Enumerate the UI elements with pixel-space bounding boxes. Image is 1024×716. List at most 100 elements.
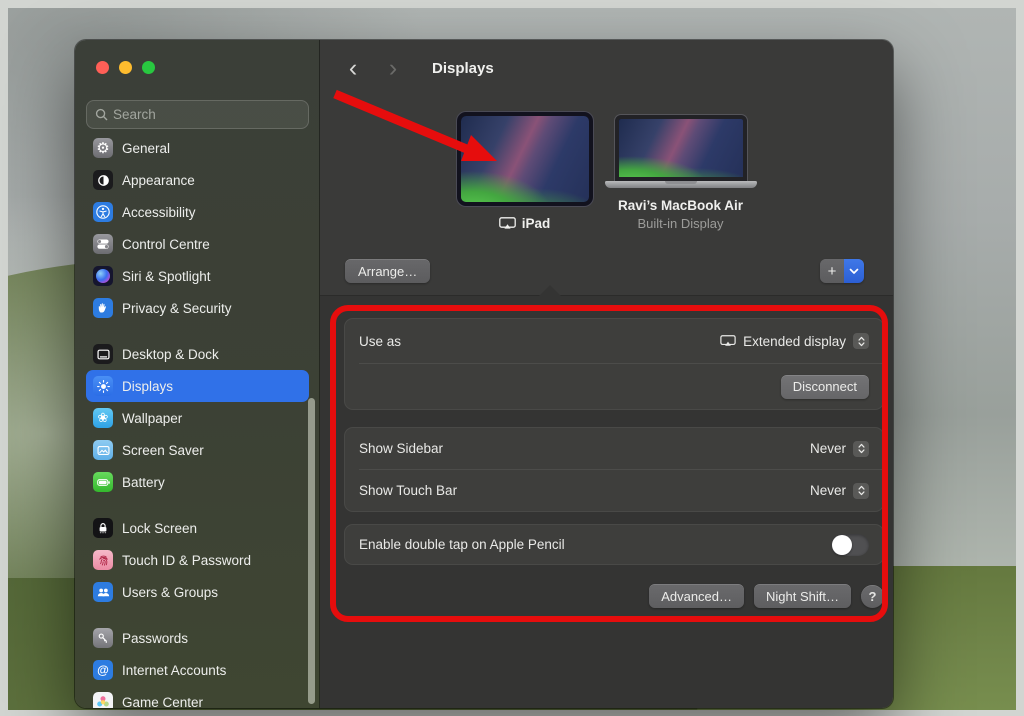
search-input[interactable] <box>113 107 300 122</box>
show-sidebar-label: Show Sidebar <box>359 441 444 456</box>
control-centre-icon <box>93 234 113 254</box>
disconnect-row: Disconnect <box>345 364 883 409</box>
siri-icon <box>93 266 113 286</box>
use-as-label: Use as <box>359 333 402 349</box>
add-display-control: + <box>820 259 864 283</box>
sidebar-scrollbar[interactable] <box>308 398 315 704</box>
at-glyph: @ <box>97 663 109 677</box>
at-icon: @ <box>93 660 113 680</box>
pane-header: ‹ › Displays <box>320 40 893 96</box>
sidebar-item-appearance[interactable]: Appearance <box>86 164 309 196</box>
macbook-screen <box>614 115 747 181</box>
disconnect-button[interactable]: Disconnect <box>780 374 869 399</box>
airplay-display-icon <box>498 217 516 229</box>
sidebar-item-label: Game Center <box>122 694 204 709</box>
apple-pencil-card: Enable double tap on Apple Pencil <box>344 524 884 565</box>
use-as-row: Use as Extended display <box>345 319 883 363</box>
sidebar-item-siri-spotlight[interactable]: Siri & Spotlight <box>86 260 309 292</box>
sidebar-item-control-centre[interactable]: Control Centre <box>86 228 309 260</box>
sidebar-item-label: Passwords <box>122 630 189 646</box>
search-icon <box>95 108 108 121</box>
sonoma-wallpaper <box>618 119 743 177</box>
sidebar-item-label: Wallpaper <box>122 410 183 426</box>
macbook-figure <box>604 115 757 188</box>
sidebar-item-game-center[interactable]: Game Center <box>86 686 309 708</box>
footer-buttons: Advanced… Night Shift… ? <box>344 584 884 608</box>
apple-pencil-label: Enable double tap on Apple Pencil <box>359 537 565 552</box>
show-sidebar-row: Show Sidebar Never <box>345 428 883 469</box>
sonoma-wallpaper <box>460 116 589 202</box>
desktop-dock-icon <box>93 344 113 364</box>
fingerprint-icon <box>93 550 113 570</box>
forward-button[interactable]: › <box>380 55 406 81</box>
sidebar-item-privacy-security[interactable]: Privacy & Security <box>86 292 309 324</box>
ipad-label: iPad <box>498 216 551 231</box>
sidebar: ⚙ General Appearance Accessibility C <box>75 40 320 708</box>
sidebar-item-lock-screen[interactable]: Lock Screen <box>86 512 309 544</box>
screensaver-icon <box>93 440 113 460</box>
search-field[interactable] <box>86 100 309 129</box>
sidebar-item-battery[interactable]: Battery <box>86 466 309 498</box>
night-shift-button[interactable]: Night Shift… <box>754 584 851 608</box>
page-title: Displays <box>432 59 494 77</box>
sidebar-item-label: Screen Saver <box>122 442 204 458</box>
ipad-display-thumbnail[interactable]: iPad <box>456 112 593 231</box>
macbook-label: Ravi’s MacBook Air <box>617 198 744 213</box>
chevron-left-icon: ‹ <box>348 53 358 82</box>
chevron-down-icon <box>849 268 859 274</box>
show-touch-bar-label: Show Touch Bar <box>359 483 458 498</box>
display-settings-section: Use as Extended display Disconnect Show … <box>320 297 893 708</box>
displays-pane: ‹ › Displays iPad Ravi’s MacBook Air Bui… <box>320 40 893 708</box>
airplay-display-icon <box>720 335 736 346</box>
show-touch-bar-value: Never <box>809 483 846 498</box>
sun-icon <box>93 376 113 396</box>
help-button[interactable]: ? <box>861 584 884 608</box>
flower-glyph: ❀ <box>97 410 109 425</box>
advanced-button[interactable]: Advanced… <box>649 584 745 608</box>
minimize-button[interactable] <box>119 61 132 74</box>
show-touch-bar-select[interactable]: Never <box>809 482 869 499</box>
sidebar-item-label: Desktop & Dock <box>122 346 219 362</box>
macbook-base <box>604 181 757 188</box>
system-settings-window: ⚙ General Appearance Accessibility C <box>75 40 893 708</box>
sidebar-item-accessibility[interactable]: Accessibility <box>86 196 309 228</box>
add-display-dropdown[interactable] <box>844 259 864 283</box>
apple-pencil-toggle[interactable] <box>831 533 869 556</box>
sidebar-item-touch-id-password[interactable]: Touch ID & Password <box>86 544 309 576</box>
sidebar-item-users-groups[interactable]: Users & Groups <box>86 576 309 608</box>
sidebar-item-desktop-dock[interactable]: Desktop & Dock <box>86 338 309 370</box>
show-sidebar-select[interactable]: Never <box>810 440 869 457</box>
traffic-lights <box>96 61 155 74</box>
users-icon <box>93 582 113 602</box>
sidebar-item-label: General <box>122 140 171 156</box>
macbook-subtitle: Built-in Display <box>637 216 724 231</box>
stepper-icon[interactable] <box>853 333 869 349</box>
accessibility-icon <box>93 202 113 222</box>
flower-icon: ❀ <box>93 408 113 428</box>
zoom-button[interactable] <box>142 61 155 74</box>
close-button[interactable] <box>96 61 109 74</box>
stepper-icon[interactable] <box>853 440 869 457</box>
sidebar-item-internet-accounts[interactable]: @ Internet Accounts <box>86 654 309 686</box>
sidebar-item-wallpaper[interactable]: ❀ Wallpaper <box>86 402 309 434</box>
ipad-name: iPad <box>521 216 551 231</box>
stepper-icon[interactable] <box>853 482 869 499</box>
appearance-icon <box>93 170 113 190</box>
sidebar-item-label: Accessibility <box>122 204 196 220</box>
macbook-display-thumbnail[interactable]: Ravi’s MacBook Air Built-in Display <box>604 115 757 231</box>
arrange-button[interactable]: Arrange… <box>345 259 431 283</box>
show-touch-bar-row: Show Touch Bar Never <box>345 470 883 511</box>
back-button[interactable]: ‹ <box>340 55 366 81</box>
plus-icon: + <box>827 262 837 280</box>
ipad-screen <box>456 112 593 206</box>
sidebar-item-screen-saver[interactable]: Screen Saver <box>86 434 309 466</box>
use-as-value: Extended display <box>743 333 846 349</box>
use-as-select[interactable]: Extended display <box>720 333 869 349</box>
use-as-card: Use as Extended display Disconnect <box>344 318 884 410</box>
sidebar-item-passwords[interactable]: Passwords <box>86 622 309 654</box>
sidebar-item-label: Battery <box>122 474 165 490</box>
sidebar-item-displays[interactable]: Displays <box>86 370 309 402</box>
sidebar-item-general[interactable]: ⚙ General <box>86 132 309 164</box>
add-display-button[interactable]: + <box>820 259 844 283</box>
